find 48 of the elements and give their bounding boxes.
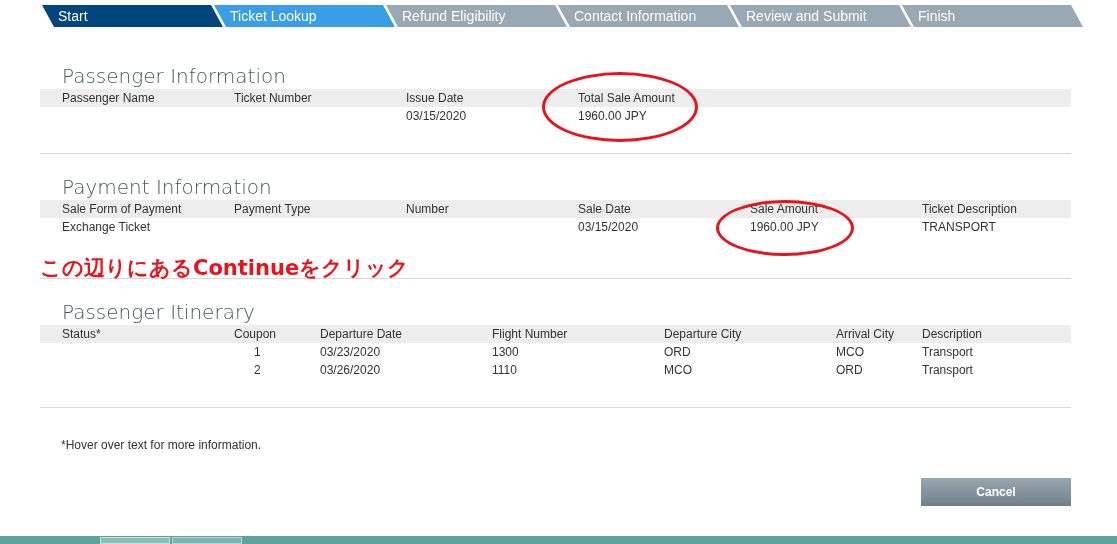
section-title: Passenger Information	[62, 63, 287, 89]
cancel-button[interactable]: Cancel	[921, 478, 1071, 506]
footnote: *Hover over text for more information.	[61, 437, 263, 454]
column-header: Payment Type	[234, 201, 312, 218]
table-cell-text: MCO	[836, 344, 865, 361]
section-title: Payment Information	[62, 174, 273, 200]
table-cell-text: 1110	[492, 362, 518, 379]
column-header: Passenger Name	[62, 90, 156, 107]
column-header: Departure City	[664, 326, 743, 343]
progress-step: Ticket Lookup	[214, 5, 395, 27]
table-cell-text: 2	[253, 362, 262, 379]
table-cell-text: 03/26/2020	[320, 362, 382, 379]
column-header: Sale Form of Payment	[62, 201, 183, 218]
column-header: Arrival City	[836, 326, 895, 343]
table-cell-text: Transport	[922, 344, 974, 361]
table-cell-text: 1300	[492, 344, 520, 361]
column-header: Issue Date	[406, 90, 465, 107]
table-cell-text: 03/15/2020	[406, 108, 468, 125]
table-cell-text: 1960.00 JPY	[750, 219, 820, 236]
column-header: Total Sale Amount	[578, 90, 676, 107]
column-header: Sale Date	[578, 201, 632, 218]
table-cell-text: ORD	[836, 362, 864, 379]
table-cell-text: Transport	[922, 362, 974, 379]
column-header: Status*	[62, 326, 102, 343]
column-header: Coupon	[234, 326, 278, 343]
taskbar-button[interactable]	[100, 537, 170, 544]
column-header: Number	[406, 201, 450, 218]
progress-step: Finish	[902, 5, 1083, 27]
table-cell-text: 1960.00 JPY	[578, 108, 648, 125]
table-cell-text: 03/15/2020	[578, 219, 640, 236]
column-header: Departure Date	[320, 326, 404, 343]
table-cell-text: Exchange Ticket	[62, 219, 152, 236]
taskbar-button[interactable]	[172, 537, 242, 544]
column-header: Flight Number	[492, 326, 569, 343]
progress-step: Start	[42, 5, 223, 27]
column-header: Ticket Number	[234, 90, 313, 107]
annotation-text: この辺りにあるContinueをクリック	[40, 255, 410, 282]
column-header: Ticket Description	[922, 201, 1018, 218]
section-title: Passenger Itinerary	[62, 299, 256, 325]
progress-step: Contact Information	[558, 5, 739, 27]
table-cell-text: TRANSPORT	[922, 219, 997, 236]
table-cell-text: 03/23/2020	[320, 344, 382, 361]
table-cell-text: 1	[253, 344, 262, 361]
progress-step: Review and Submit	[730, 5, 911, 27]
table-cell-text: MCO	[664, 362, 693, 379]
table-cell-text: ORD	[664, 344, 692, 361]
column-header: Description	[922, 326, 984, 343]
progress-step: Refund Eligibility	[386, 5, 567, 27]
